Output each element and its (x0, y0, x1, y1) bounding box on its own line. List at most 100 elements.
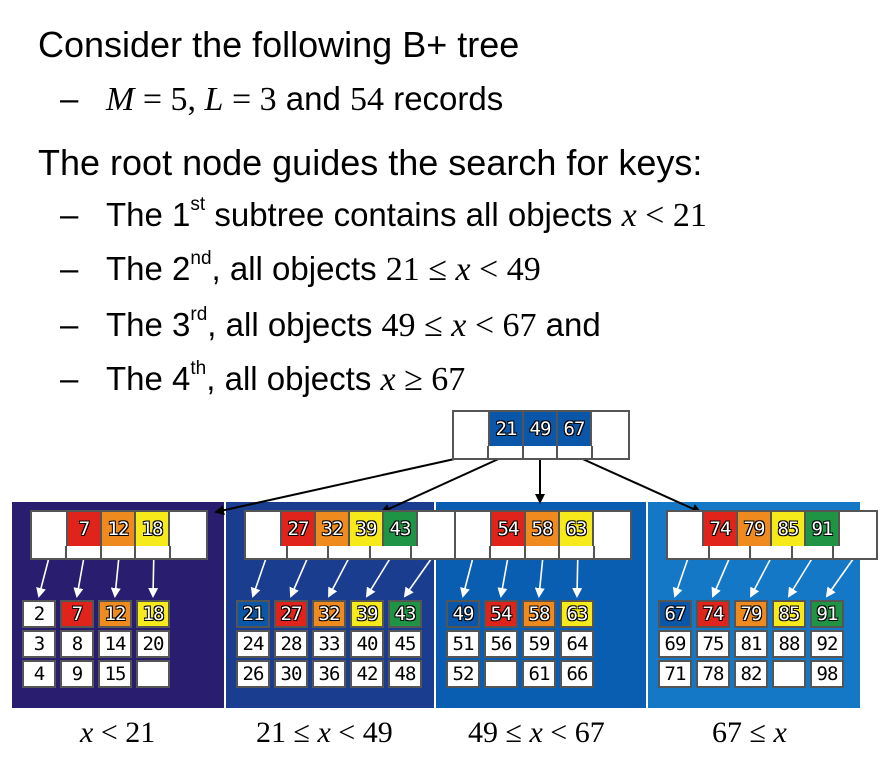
leaf-record: 88 (772, 630, 806, 658)
internal-node: 54 58 63 (454, 510, 632, 560)
child-pointer-slot (171, 546, 206, 558)
leaf-record (136, 660, 170, 688)
child-pointer-slot (491, 546, 526, 558)
leaf-record: 26 (236, 660, 270, 688)
empty-key-slot (454, 412, 490, 446)
child-pointer-slot (454, 446, 489, 458)
leaf-record: 59 (522, 630, 556, 658)
child-pointer-slot (668, 546, 710, 558)
leaf-record: 36 (312, 660, 346, 688)
leaf-record: 28 (274, 630, 308, 658)
child-pointer-slot (102, 546, 137, 558)
node-key: 39 (350, 512, 384, 546)
child-pointer-slot (489, 446, 524, 458)
leaf-record: 20 (136, 630, 170, 658)
leaf-record: 75 (696, 630, 730, 658)
node-key: 67 (558, 412, 592, 446)
leaf-record: 67 (658, 600, 692, 628)
leaf-record: 51 (446, 630, 480, 658)
leaf-record: 12 (98, 600, 132, 628)
node-pointer-row (244, 546, 456, 560)
node-key: 54 (492, 512, 526, 546)
range-lower: 67 ≤ (712, 716, 774, 749)
node-key-cells: 21 49 67 (452, 410, 630, 448)
leaf-record: 61 (522, 660, 556, 688)
leaf-pointer-arrow (572, 555, 583, 598)
child-pointer-slot (524, 446, 559, 458)
leaf-record: 58 (522, 600, 556, 628)
subtree-range-label: 21 ≤ x < 49 (256, 716, 393, 750)
leaf-record: 78 (696, 660, 730, 688)
leaf-record: 85 (772, 600, 806, 628)
range-lower: 21 ≤ (256, 716, 318, 749)
range-upper: < 49 (330, 716, 393, 749)
child-pointer-slot (558, 446, 594, 458)
x-variable: x (773, 716, 787, 749)
root-node: 21 49 67 (452, 410, 630, 460)
child-pointer-slot (526, 546, 561, 558)
node-key: 85 (772, 512, 806, 546)
leaf-record: 4 (22, 660, 56, 688)
internal-node: 27 32 39 43 (244, 510, 456, 560)
node-key: 21 (490, 412, 524, 446)
node-key: 7 (68, 512, 102, 546)
empty-key-slot (840, 512, 876, 546)
leaf-record: 30 (274, 660, 308, 688)
leaf-record: 8 (60, 630, 94, 658)
node-key-cells: 54 58 63 (454, 510, 632, 548)
leaf-record: 39 (350, 600, 384, 628)
node-pointer-row (666, 546, 878, 560)
leaf-record: 27 (274, 600, 308, 628)
leaf-record: 69 (658, 630, 692, 658)
subtree-range-label: 67 ≤ x (712, 716, 787, 750)
node-key: 43 (384, 512, 418, 546)
child-pointer-slot (67, 546, 102, 558)
node-key: 58 (526, 512, 560, 546)
node-key: 32 (316, 512, 350, 546)
leaf-record: 64 (560, 630, 594, 658)
leaf-record: 63 (560, 600, 594, 628)
leaf-record: 81 (734, 630, 768, 658)
leaf-record: 3 (22, 630, 56, 658)
node-key: 18 (136, 512, 170, 546)
leaf-record: 49 (446, 600, 480, 628)
leaf-pointer-arrow (148, 555, 159, 598)
subtree-range-label: 49 ≤ x < 67 (468, 716, 605, 750)
internal-node: 74 79 85 91 (666, 510, 878, 560)
leaf-record: 24 (236, 630, 270, 658)
leaf-record: 7 (60, 600, 94, 628)
leaf-record: 14 (98, 630, 132, 658)
leaf-record: 2 (22, 600, 56, 628)
leaf-record: 56 (484, 630, 518, 658)
empty-key-slot (418, 512, 454, 546)
node-key-cells: 74 79 85 91 (666, 510, 878, 548)
leaf-record: 45 (388, 630, 422, 658)
leaf-record: 92 (810, 630, 844, 658)
leaf-record: 43 (388, 600, 422, 628)
child-pointer-slot (246, 546, 288, 558)
child-pointer-slot (371, 546, 413, 558)
child-pointer-slot (560, 546, 596, 558)
node-key: 63 (560, 512, 594, 546)
node-key: 79 (738, 512, 772, 546)
leaf-record: 42 (350, 660, 384, 688)
node-key: 27 (282, 512, 316, 546)
child-pointer-slot (329, 546, 371, 558)
range-lower: 49 ≤ (468, 716, 530, 749)
child-pointer-slot (593, 446, 628, 458)
node-key: 91 (806, 512, 840, 546)
node-key: 74 (704, 512, 738, 546)
node-pointer-row (454, 546, 632, 560)
internal-node: 7 12 18 (30, 510, 208, 560)
leaf-record: 9 (60, 660, 94, 688)
child-pointer-slot (136, 546, 172, 558)
child-pointer-slot (834, 546, 876, 558)
leaf-record: 74 (696, 600, 730, 628)
child-pointer-slot (793, 546, 835, 558)
leaf-record: 18 (136, 600, 170, 628)
leaf-record: 66 (560, 660, 594, 688)
node-pointer-row (30, 546, 208, 560)
empty-key-slot (246, 512, 282, 546)
empty-key-slot (592, 412, 628, 446)
leaf-record: 79 (734, 600, 768, 628)
